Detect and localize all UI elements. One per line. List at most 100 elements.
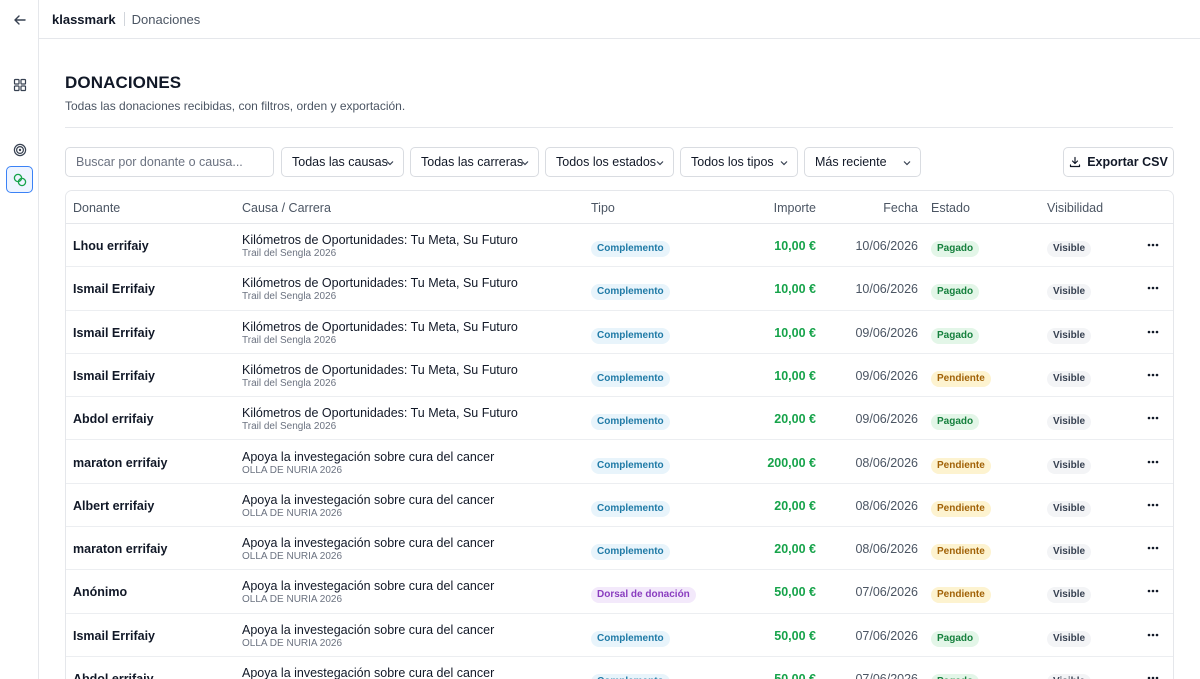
table-row[interactable]: Abdol errifaiy Kilómetros de Oportunidade… (66, 397, 1173, 441)
causes-filter-select[interactable]: Todas las causas (281, 147, 404, 177)
race-name: Trail del Sengla 2026 (242, 248, 337, 259)
type-cell: Complemento (591, 238, 670, 257)
row-actions-button[interactable] (1145, 281, 1161, 295)
race-name: OLLA DE NURIA 2026 (242, 551, 343, 563)
row-actions-button[interactable] (1145, 628, 1161, 642)
states-filter-select[interactable]: Todos los estados (545, 147, 674, 177)
column-header-visibility[interactable]: Visibilidad (1047, 201, 1103, 215)
visibility-cell: Visible (1047, 541, 1092, 561)
column-header-date[interactable]: Fecha (883, 201, 918, 215)
type-badge: Dorsal de donación (591, 587, 696, 604)
type-cell: Complemento (591, 455, 670, 474)
type-badge: Complemento (591, 327, 670, 344)
cause-name: Kilómetros de Oportunidades: Tu Meta, Su… (242, 276, 518, 291)
brand-name[interactable]: klassmark (52, 12, 116, 27)
table-row[interactable]: Ismail Errifaiy Kilómetros de Oportunidad… (66, 311, 1173, 354)
races-filter-label: Todas las carreras (421, 155, 524, 169)
date-value: 08/06/2026 (855, 498, 918, 513)
type-cell: Complemento (591, 628, 670, 647)
column-header-status[interactable]: Estado (931, 201, 970, 215)
status-cell: Pagado (931, 671, 980, 679)
side-rail (0, 0, 39, 679)
donor-name: Lhou errifaiy (73, 239, 149, 253)
cause-name: Kilómetros de Oportunidades: Tu Meta, Su… (242, 362, 518, 377)
date-value: 08/06/2026 (855, 542, 918, 557)
page-title: DONACIONES (65, 73, 182, 92)
status-cell: Pendiente (931, 541, 991, 561)
dashboard-nav-button[interactable] (6, 71, 33, 98)
cause-name: Apoya la investegación sobre cura del ca… (242, 579, 495, 594)
date-value: 08/06/2026 (855, 455, 918, 470)
status-badge: Pendiente (931, 544, 991, 561)
table-row[interactable]: Ismail Errifaiy Apoya la investegación so… (66, 614, 1173, 657)
row-actions-button[interactable] (1145, 238, 1161, 252)
more-horizontal-icon (1147, 373, 1159, 377)
row-actions-button[interactable] (1145, 325, 1161, 339)
visibility-cell: Visible (1047, 671, 1092, 679)
status-cell: Pendiente (931, 584, 991, 604)
row-actions-button[interactable] (1145, 584, 1161, 598)
amount-value: 20,00 € (774, 412, 816, 427)
type-cell: Complemento (591, 368, 670, 387)
more-horizontal-icon (1147, 286, 1159, 290)
table-row[interactable]: Anónimo Apoya la investegación sobre cura… (66, 570, 1173, 614)
visibility-cell: Visible (1047, 498, 1092, 517)
row-actions-button[interactable] (1145, 368, 1161, 382)
more-horizontal-icon (1147, 503, 1159, 507)
column-header-donor[interactable]: Donante (73, 201, 120, 215)
more-horizontal-icon (1147, 460, 1159, 463)
chevron-down-icon (780, 161, 788, 166)
race-name: Trail del Sengla 2026 (242, 334, 337, 346)
column-header-type[interactable]: Tipo (591, 201, 615, 215)
status-cell: Pagado (931, 281, 980, 301)
types-filter-select[interactable]: Todos los tipos (680, 147, 798, 177)
row-actions-button[interactable] (1145, 498, 1161, 512)
sort-select[interactable]: Más reciente (804, 147, 921, 177)
status-badge: Pendiente (931, 457, 991, 474)
row-actions-button[interactable] (1145, 541, 1161, 555)
sort-label: Más reciente (815, 155, 887, 169)
cause-name: Kilómetros de Oportunidades: Tu Meta, Su… (242, 406, 518, 421)
table-row[interactable]: Ismail Errifaiy Kilómetros de Oportunidad… (66, 354, 1173, 398)
row-actions-button[interactable] (1145, 671, 1161, 679)
status-badge: Pagado (931, 630, 980, 647)
type-cell: Complemento (591, 411, 670, 431)
races-filter-select[interactable]: Todas las carreras (410, 147, 539, 177)
donor-name: Abdol errifaiy (73, 412, 154, 427)
table-row[interactable]: Albert errifaiy Apoya la investegación so… (66, 484, 1173, 528)
table-row[interactable]: Abdol errifaiy Apoya la investegación sob… (66, 657, 1173, 679)
download-icon (1070, 156, 1081, 168)
row-actions-button[interactable] (1145, 455, 1161, 469)
date-value: 09/06/2026 (855, 325, 918, 340)
more-horizontal-icon (1147, 590, 1159, 593)
donor-name: Albert errifaiy (73, 498, 155, 513)
visibility-badge: Visible (1047, 241, 1092, 257)
column-header-amount[interactable]: Importe (774, 201, 816, 215)
chevron-down-icon (521, 161, 529, 166)
back-button[interactable] (6, 6, 33, 33)
date-value: 09/06/2026 (855, 368, 918, 383)
donations-nav-button[interactable] (6, 166, 33, 193)
type-cell: Complemento (591, 325, 670, 344)
export-csv-label: Exportar CSV (1087, 155, 1168, 169)
column-header-cause[interactable]: Causa / Carrera (242, 201, 331, 215)
causes-nav-button[interactable] (6, 136, 33, 163)
search-input[interactable] (65, 147, 274, 177)
visibility-badge: Visible (1047, 630, 1092, 647)
export-csv-button[interactable]: Exportar CSV (1063, 147, 1174, 177)
table-row[interactable]: maraton errifaiy Apoya la investegación s… (66, 527, 1173, 571)
table-row[interactable]: Ismail Errifaiy Kilómetros de Oportunidad… (66, 267, 1173, 311)
type-cell: Complemento (591, 671, 670, 679)
table-row[interactable]: maraton errifaiy Apoya la investegación s… (66, 441, 1173, 484)
amount-value: 200,00 € (767, 455, 816, 470)
date-value: 09/06/2026 (855, 412, 918, 427)
cause-name: Apoya la investegación sobre cura del ca… (242, 536, 495, 551)
visibility-badge: Visible (1047, 457, 1092, 474)
donor-name: Anónimo (73, 585, 128, 600)
table-row[interactable]: Lhou errifaiy Kilómetros de Oportunidades… (66, 224, 1173, 268)
type-cell: Complemento (591, 281, 670, 301)
race-name: OLLA DE NURIA 2026 (242, 594, 343, 606)
causes-filter-label: Todas las causas (292, 155, 388, 169)
filter-toolbar: Todas las causas Todas las carreras Todo… (65, 147, 1174, 177)
row-actions-button[interactable] (1145, 411, 1161, 425)
